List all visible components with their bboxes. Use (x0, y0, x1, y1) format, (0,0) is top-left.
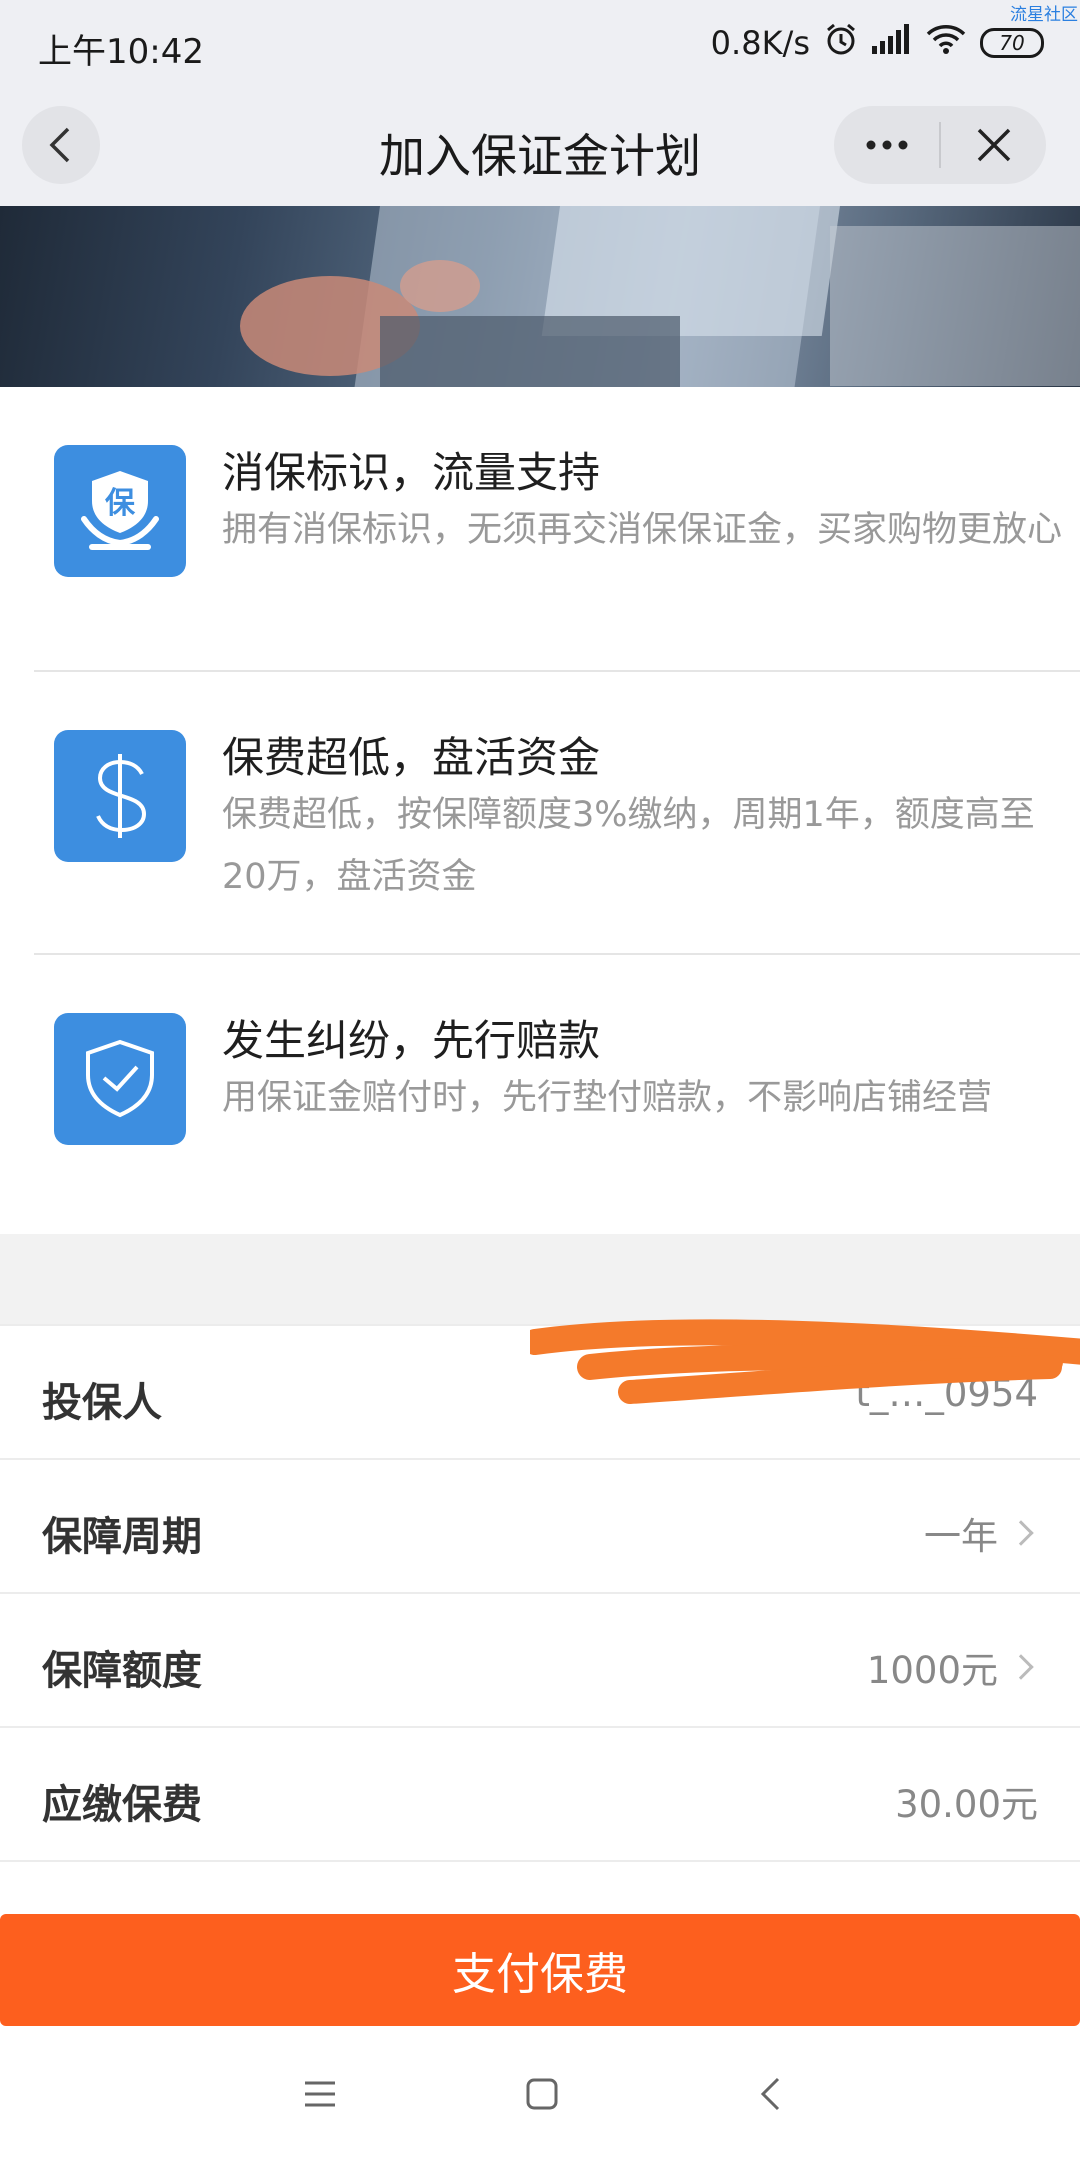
menu-button[interactable] (290, 2064, 350, 2124)
signal-icon (872, 24, 912, 62)
battery-icon: 70 (980, 28, 1044, 58)
system-back-button[interactable] (740, 2064, 800, 2124)
feature-list: 保 消保标识，流量支持 拥有消保标识，无须再交消保保证金，买家购物更放心 保费超… (0, 387, 1080, 1234)
row-premium: 应缴保费 30.00元 (0, 1726, 1080, 1860)
premium-value: 30.00元 (895, 1783, 1038, 1826)
close-icon (977, 128, 1010, 162)
system-nav-bar (0, 2026, 1080, 2158)
row-partial (0, 1860, 1080, 1914)
row-amount[interactable]: 保障额度 1000元 (0, 1592, 1080, 1726)
menu-icon (305, 2081, 335, 2107)
mini-program-capsule (834, 106, 1046, 184)
row-label: 保障额度 (42, 1648, 202, 1694)
row-label: 应缴保费 (42, 1782, 202, 1828)
feature-item: 保 消保标识，流量支持 拥有消保标识，无须再交消保保证金，买家购物更放心 (34, 387, 1080, 669)
section-divider (0, 1234, 1080, 1324)
banner-image (0, 206, 1080, 387)
pay-premium-button[interactable]: 支付保费 (0, 1914, 1080, 2026)
feature-desc: 用保证金赔付时，先行垫付赔款，不影响店铺经营 (222, 1078, 993, 1118)
shield-check-icon (54, 1013, 186, 1145)
dollar-icon (54, 730, 186, 862)
protection-badge-icon: 保 (54, 445, 186, 577)
banner-illustration (240, 206, 1080, 387)
feature-desc: 保费超低，按保障额度3%缴纳，周期1年，额度高至20万，盘活资金 (222, 795, 1035, 897)
home-icon (526, 2078, 558, 2110)
row-value: 30.00元 (895, 1774, 1038, 1828)
more-button[interactable] (834, 106, 939, 184)
feature-title: 发生纠纷，先行赔款 (222, 1016, 601, 1065)
feature-title: 保费超低，盘活资金 (222, 733, 601, 782)
chevron-right-icon (1008, 1654, 1034, 1680)
feature-item: 发生纠纷，先行赔款 用保证金赔付时，先行垫付赔款，不影响店铺经营 (34, 953, 1080, 1235)
row-period[interactable]: 保障周期 一年 (0, 1458, 1080, 1592)
status-icons: 0.8K/s 70 (711, 22, 1044, 64)
row-value: 一年 (924, 1506, 1038, 1560)
row-value: 1000元 (867, 1640, 1038, 1694)
feature-desc: 拥有消保标识，无须再交消保保证金，买家购物更放心 (222, 510, 1063, 550)
net-speed: 0.8K/s (710, 24, 810, 62)
period-value: 一年 (924, 1515, 998, 1558)
back-icon (760, 2077, 780, 2111)
chevron-right-icon (1008, 1520, 1034, 1546)
feature-title: 消保标识，流量支持 (222, 448, 601, 497)
alarm-icon (824, 22, 858, 64)
close-button[interactable] (941, 106, 1046, 184)
feature-item: 保费超低，盘活资金 保费超低，按保障额度3%缴纳，周期1年，额度高至20万，盘活… (34, 670, 1080, 952)
home-button[interactable] (512, 2064, 572, 2124)
row-label: 投保人 (42, 1380, 162, 1426)
more-icon (866, 140, 907, 150)
status-time: 上午10:42 (38, 32, 204, 72)
badge-text: 保 (105, 486, 136, 521)
nav-bar: 加入保证金计划 (0, 88, 1080, 206)
wifi-icon (926, 24, 966, 62)
amount-value: 1000元 (866, 1649, 998, 1692)
status-bar: 上午10:42 流星社区 0.8K/s 70 (0, 0, 1080, 88)
redaction-scribble (530, 1319, 1080, 1404)
row-label: 保障周期 (42, 1514, 202, 1560)
